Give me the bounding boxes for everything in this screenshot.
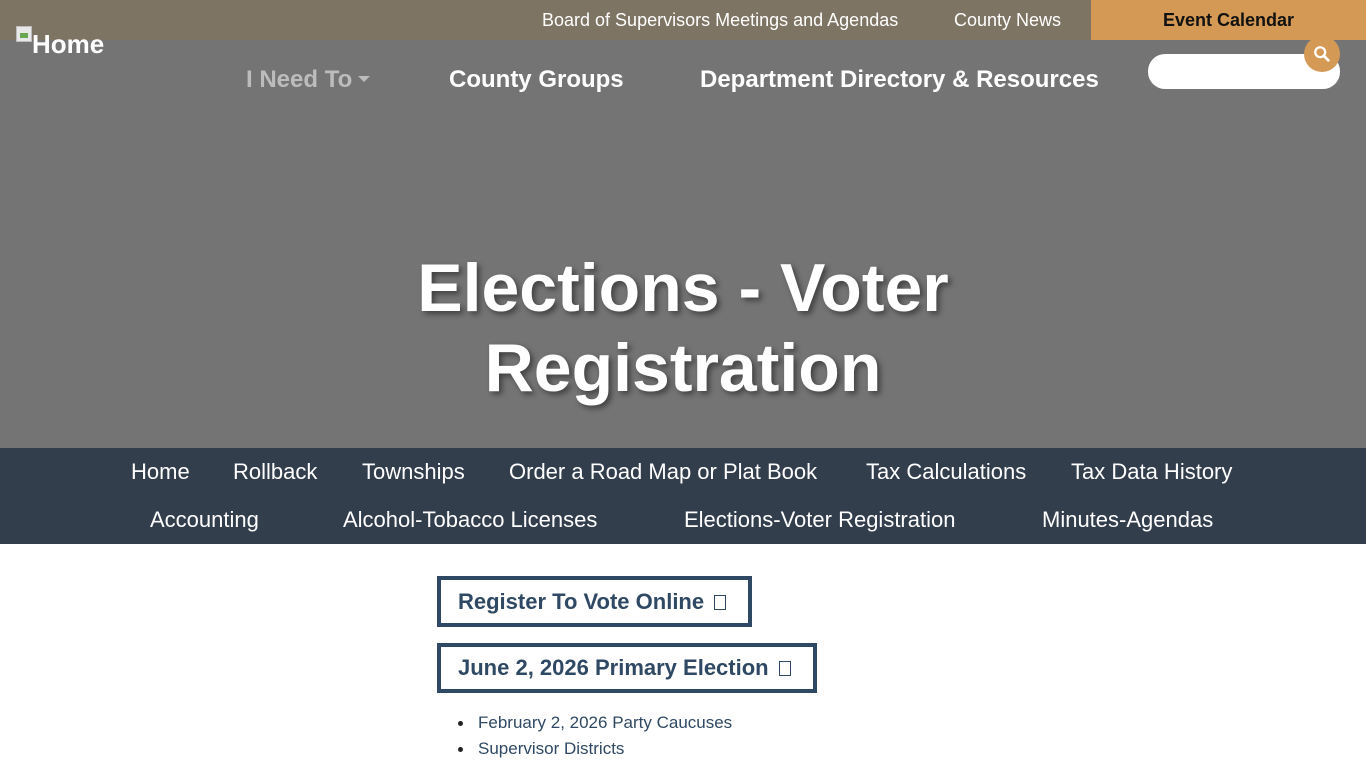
supervisor-districts-link[interactable]: Supervisor Districts (478, 737, 624, 761)
department-subnav: Home Rollback Townships Order a Road Map… (0, 448, 1366, 544)
list-item: Supervisor Districts (458, 736, 732, 762)
search-icon (1314, 46, 1330, 62)
i-need-to-label: I Need To (246, 66, 353, 93)
broken-image-icon (16, 26, 32, 42)
subnav-tax-calculations[interactable]: Tax Calculations (866, 448, 1026, 496)
bullet-icon (458, 746, 463, 752)
search-button[interactable] (1304, 36, 1340, 72)
county-groups-link[interactable]: County Groups (449, 60, 624, 100)
election-links-list: February 2, 2026 Party Caucuses Supervis… (458, 710, 732, 762)
subnav-home[interactable]: Home (131, 448, 190, 496)
primary-election-button[interactable]: June 2, 2026 Primary Election (437, 643, 817, 693)
register-to-vote-label: Register To Vote Online (458, 588, 705, 614)
top-bar: Board of Supervisors Meetings and Agenda… (0, 0, 1366, 40)
board-meetings-link[interactable]: Board of Supervisors Meetings and Agenda… (542, 0, 898, 40)
home-logo-link[interactable]: Home (16, 24, 104, 64)
register-to-vote-button[interactable]: Register To Vote Online (437, 576, 752, 627)
caret-down-icon (358, 75, 371, 82)
subnav-rollback[interactable]: Rollback (233, 448, 317, 496)
page-title: Elections - Voter Registration (417, 250, 949, 406)
county-news-link[interactable]: County News (954, 0, 1061, 40)
external-link-icon (778, 661, 791, 676)
department-directory-link[interactable]: Department Directory & Resources (700, 60, 1099, 100)
subnav-tax-data-history[interactable]: Tax Data History (1071, 448, 1232, 496)
external-link-icon (714, 594, 727, 610)
party-caucuses-link[interactable]: February 2, 2026 Party Caucuses (478, 711, 732, 735)
subnav-minutes-agendas[interactable]: Minutes-Agendas (1042, 496, 1213, 544)
primary-election-label: June 2, 2026 Primary Election (458, 655, 769, 680)
subnav-townships[interactable]: Townships (362, 448, 465, 496)
i-need-to-dropdown[interactable]: I Need To (246, 60, 371, 100)
subnav-order-road-map[interactable]: Order a Road Map or Plat Book (509, 448, 817, 496)
subnav-accounting[interactable]: Accounting (150, 496, 259, 544)
logo-alt-text: Home (32, 29, 105, 59)
subnav-elections[interactable]: Elections-Voter Registration (684, 496, 955, 544)
list-item: February 2, 2026 Party Caucuses (458, 710, 732, 736)
event-calendar-link[interactable]: Event Calendar (1091, 0, 1366, 40)
subnav-alcohol-tobacco[interactable]: Alcohol-Tobacco Licenses (343, 496, 597, 544)
bullet-icon (458, 720, 463, 726)
